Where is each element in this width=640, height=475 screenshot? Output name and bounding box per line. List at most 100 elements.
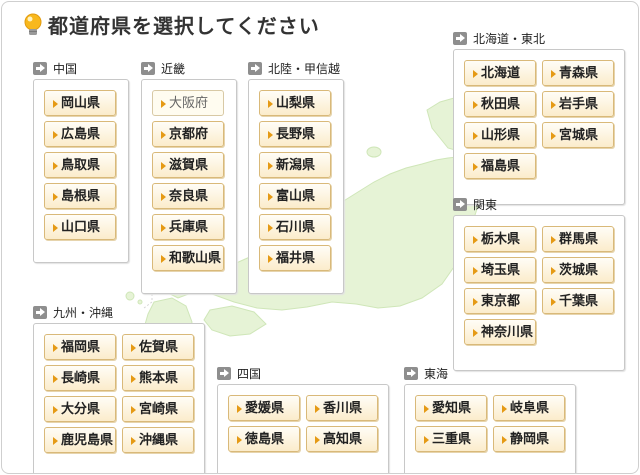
prefecture-button[interactable]: 広島県 bbox=[44, 121, 116, 147]
prefecture-button[interactable]: 栃木県 bbox=[464, 226, 536, 252]
prefecture-button[interactable]: 三重県 bbox=[415, 426, 487, 452]
prefecture-button[interactable]: 茨城県 bbox=[542, 257, 614, 283]
map-shikoku bbox=[203, 305, 267, 337]
prefecture-button[interactable]: 千葉県 bbox=[542, 288, 614, 314]
prefecture-label: 長野県 bbox=[276, 127, 316, 142]
prefecture-button[interactable]: 静岡県 bbox=[493, 426, 565, 452]
prefecture-label: 長崎県 bbox=[61, 371, 101, 386]
prefecture-label: 大阪府 bbox=[169, 96, 209, 111]
prefecture-button[interactable]: 熊本県 bbox=[122, 365, 194, 391]
prefecture-button[interactable]: 青森県 bbox=[542, 60, 614, 86]
prefecture-button[interactable]: 兵庫県 bbox=[152, 214, 224, 240]
prefecture-button[interactable]: 島根県 bbox=[44, 183, 116, 209]
prefecture-button[interactable]: 岡山県 bbox=[44, 90, 116, 116]
prefecture-button[interactable]: 沖縄県 bbox=[122, 427, 194, 453]
prefecture-label: 福井県 bbox=[276, 251, 316, 266]
region-title: 近畿 bbox=[161, 61, 186, 76]
prefecture-label: 岡山県 bbox=[61, 96, 101, 111]
prefecture-button[interactable]: 福井県 bbox=[259, 245, 331, 271]
prefecture-button[interactable]: 福島県 bbox=[464, 153, 536, 179]
prefecture-label: 沖縄県 bbox=[139, 433, 179, 448]
prefecture-button[interactable]: 高知県 bbox=[306, 426, 378, 452]
prefecture-button[interactable]: 山形県 bbox=[464, 122, 536, 148]
arrow-right-icon bbox=[404, 366, 418, 380]
arrow-right-icon bbox=[33, 61, 47, 75]
prefecture-label: 茨城県 bbox=[559, 263, 599, 278]
prefecture-label: 神奈川県 bbox=[481, 325, 534, 340]
prefecture-label: 香川県 bbox=[323, 401, 363, 416]
prefecture-label: 鹿児島県 bbox=[61, 433, 114, 448]
prefecture-label: 京都府 bbox=[169, 127, 209, 142]
prefecture-label: 佐賀県 bbox=[139, 340, 179, 355]
prefecture-button[interactable]: 大分県 bbox=[44, 396, 116, 422]
prefecture-button[interactable]: 鹿児島県 bbox=[44, 427, 116, 453]
prefecture-button[interactable]: 京都府 bbox=[152, 121, 224, 147]
region-title: 東海 bbox=[424, 366, 449, 381]
prefecture-label: 岩手県 bbox=[559, 97, 599, 112]
prefecture-label: 宮城県 bbox=[559, 128, 599, 143]
region-button-panel: 大阪府京都府滋賀県奈良県兵庫県和歌山県 bbox=[141, 79, 237, 294]
prefecture-button[interactable]: 岐阜県 bbox=[493, 395, 565, 421]
prefecture-label: 広島県 bbox=[61, 127, 101, 142]
prefecture-button[interactable]: 岩手県 bbox=[542, 91, 614, 117]
region-title: 中国 bbox=[53, 61, 78, 76]
prefecture-button[interactable]: 山梨県 bbox=[259, 90, 331, 116]
region-header: 中国 bbox=[33, 60, 77, 76]
prefecture-label: 石川県 bbox=[276, 220, 316, 235]
prefecture-button[interactable]: 香川県 bbox=[306, 395, 378, 421]
prefecture-label: 熊本県 bbox=[139, 371, 179, 386]
prefecture-label: 栃木県 bbox=[481, 232, 521, 247]
prefecture-label: 三重県 bbox=[432, 432, 472, 447]
prefecture-label: 島根県 bbox=[61, 189, 101, 204]
prefecture-button[interactable]: 群馬県 bbox=[542, 226, 614, 252]
prefecture-label: 山口県 bbox=[61, 220, 101, 235]
prefecture-button[interactable]: 秋田県 bbox=[464, 91, 536, 117]
prefecture-label: 埼玉県 bbox=[481, 263, 521, 278]
prefecture-button[interactable]: 長崎県 bbox=[44, 365, 116, 391]
map-sado-island bbox=[366, 146, 382, 158]
prefecture-label: 秋田県 bbox=[481, 97, 521, 112]
prefecture-button[interactable]: 宮城県 bbox=[542, 122, 614, 148]
prefecture-button[interactable]: 北海道 bbox=[464, 60, 536, 86]
prefecture-label: 和歌山県 bbox=[169, 251, 222, 266]
region-header: 関東 bbox=[453, 196, 497, 212]
prefecture-button[interactable]: 神奈川県 bbox=[464, 319, 536, 345]
prefecture-label: 山梨県 bbox=[276, 96, 316, 111]
prefecture-label: 新潟県 bbox=[276, 158, 316, 173]
region-header: 北陸・甲信越 bbox=[248, 60, 340, 76]
region-button-panel: 栃木県 群馬県埼玉県 茨城県東京都 千葉県 神奈川県 bbox=[453, 215, 625, 371]
arrow-right-icon bbox=[453, 31, 467, 45]
prefecture-button[interactable]: 埼玉県 bbox=[464, 257, 536, 283]
arrow-right-icon bbox=[33, 305, 47, 319]
prefecture-button[interactable]: 長野県 bbox=[259, 121, 331, 147]
region-header: 四国 bbox=[217, 365, 261, 381]
prefecture-button[interactable]: 和歌山県 bbox=[152, 245, 224, 271]
prefecture-selector-panel: 都道府県を選択してください 中国岡山県広島県鳥取県島根県山口県 近畿大阪府京都府滋… bbox=[1, 1, 639, 474]
prefecture-button[interactable]: 新潟県 bbox=[259, 152, 331, 178]
region-title: 関東 bbox=[473, 197, 498, 212]
arrow-right-icon bbox=[453, 197, 467, 211]
prefecture-button[interactable]: 佐賀県 bbox=[122, 334, 194, 360]
prefecture-button[interactable]: 徳島県 bbox=[228, 426, 300, 452]
prefecture-label: 山形県 bbox=[481, 128, 521, 143]
prefecture-button[interactable]: 石川県 bbox=[259, 214, 331, 240]
prefecture-button[interactable]: 宮崎県 bbox=[122, 396, 194, 422]
prefecture-button[interactable]: 福岡県 bbox=[44, 334, 116, 360]
prefecture-button[interactable]: 奈良県 bbox=[152, 183, 224, 209]
arrow-right-icon bbox=[217, 366, 231, 380]
prefecture-label: 青森県 bbox=[559, 66, 599, 81]
prefecture-button[interactable]: 東京都 bbox=[464, 288, 536, 314]
prefecture-label: 静岡県 bbox=[510, 432, 550, 447]
prefecture-button[interactable]: 滋賀県 bbox=[152, 152, 224, 178]
prefecture-button[interactable]: 大阪府 bbox=[152, 90, 224, 116]
prefecture-label: 岐阜県 bbox=[510, 401, 550, 416]
prefecture-button[interactable]: 山口県 bbox=[44, 214, 116, 240]
prefecture-button[interactable]: 富山県 bbox=[259, 183, 331, 209]
prefecture-label: 徳島県 bbox=[245, 432, 285, 447]
prefecture-button[interactable]: 愛媛県 bbox=[228, 395, 300, 421]
prefecture-button[interactable]: 鳥取県 bbox=[44, 152, 116, 178]
page-title: 都道府県を選択してください bbox=[48, 14, 320, 38]
map-islet bbox=[137, 299, 143, 305]
prefecture-label: 愛知県 bbox=[432, 401, 472, 416]
prefecture-button[interactable]: 愛知県 bbox=[415, 395, 487, 421]
